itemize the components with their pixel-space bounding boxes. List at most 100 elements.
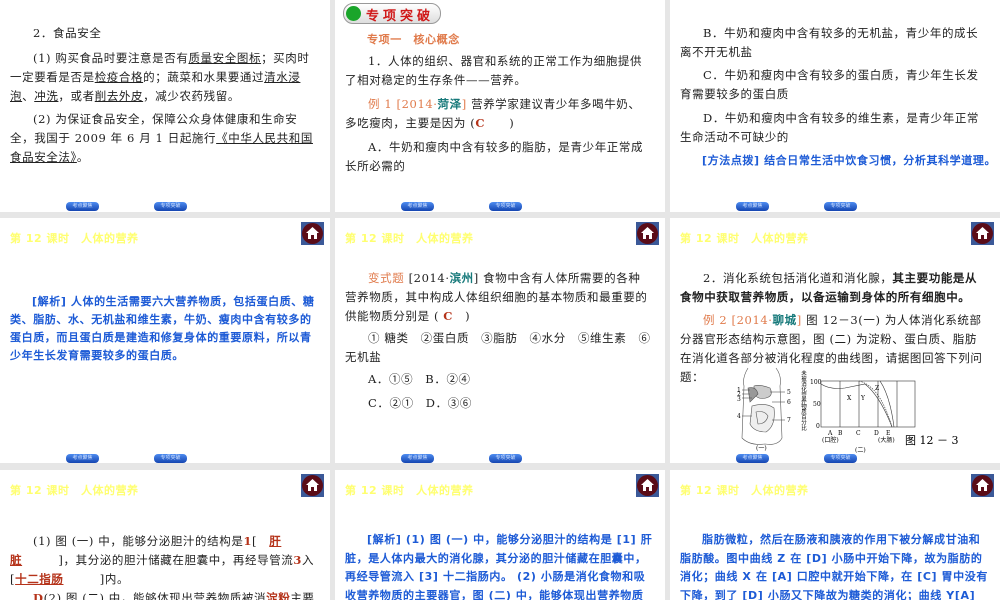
text-segment: ) (453, 309, 471, 323)
text-segment: 滨州 (449, 271, 474, 285)
text-segment: ，或者 (58, 89, 95, 103)
option-a: A．牛奶和瘦肉中含有较多的脂肪，是青少年正常成长所必需的 (345, 140, 644, 173)
concept-paragraph: 1．人体的组织、器官和系统的正常工作为细胞提供了相对稳定的生存条件——营养。 (345, 54, 643, 87)
home-icon (976, 479, 989, 491)
lesson-header: 第 12 课时 人体的营养 (680, 232, 809, 245)
home-button[interactable] (301, 474, 324, 497)
option-c: C．牛奶和瘦肉中含有较多的蛋白质，青少年生长发育需要较多的蛋白质 (680, 68, 979, 101)
underlined-answer: 检疫合格 (94, 70, 144, 84)
option-d: D．牛奶和瘦肉中含有较多的维生素，是青少年正常生命活动不可缺少的 (680, 111, 980, 144)
text-segment: 聊城 (772, 313, 797, 327)
fig1-label: 5 (787, 389, 791, 396)
text-segment: 3 (293, 553, 303, 567)
text-segment: 2．消化系统包括消化道和消化腺， (703, 271, 893, 285)
fig2-xlabel: A (827, 430, 833, 437)
home-button[interactable] (971, 222, 994, 245)
text-segment: [2014· (404, 271, 450, 285)
next-nav-button[interactable]: 专项突破 (154, 202, 187, 211)
home-icon (306, 227, 319, 239)
example-question: 例 1 [2014·菏泽] 营养学家建议青少年多喝牛奶、多吃瘦肉，主要是因为 (… (345, 95, 651, 133)
prev-nav-button[interactable]: 考点聚焦 (736, 454, 769, 463)
text-segment: D (33, 591, 44, 600)
question-2: D(2) 图 (二) 中，能够体现出营养物质被消淀粉主要部位是 (10, 589, 316, 600)
next-nav-button[interactable]: 专项突破 (489, 454, 522, 463)
curve-label-z: Z (875, 385, 879, 392)
text-segment: 变式题 (368, 271, 405, 285)
prev-nav-button[interactable]: 考点聚焦 (401, 202, 434, 211)
text-segment: (1) 购买食品时要注意是否有 (33, 51, 189, 65)
slide-food-safety: 2．食品安全 (1) 购买食品时要注意是否有质量安全图标；买肉时一定要看是否是检… (0, 0, 330, 212)
analysis-text: [解析] (1) 图 (一) 中，能够分泌胆汁的结构是 [1] 肝脏，是人体内最… (345, 533, 653, 600)
method-tip: [方法点拨] 结合日常生活中饮食习惯，分析其科学道理。 (702, 154, 997, 167)
lesson-header: 第 12 课时 人体的营养 (10, 484, 139, 497)
next-nav-button[interactable]: 专项突破 (824, 202, 857, 211)
fig2-ytick: 50 (813, 401, 821, 408)
home-icon (641, 227, 654, 239)
text-segment: [ (252, 534, 270, 548)
special-topic-badge: 专项突破 (343, 3, 441, 24)
lesson-header: 第 12 课时 人体的营养 (345, 232, 474, 245)
home-button[interactable] (636, 474, 659, 497)
next-nav-button[interactable]: 专项突破 (154, 454, 187, 463)
fig2-chart (820, 380, 916, 428)
text-segment: ，减少农药残留。 (143, 89, 240, 103)
text-segment: 、 (22, 89, 35, 103)
underlined-answer: 十二指肠 (15, 572, 64, 586)
paragraph-2: (2) 为保证食品安全，保障公众身体健康和生命安全，我国于 2009 年 6 月… (10, 110, 316, 167)
lesson-header: 第 12 课时 人体的营养 (10, 232, 139, 245)
prev-nav-button[interactable]: 考点聚焦 (66, 202, 99, 211)
home-button[interactable] (301, 222, 324, 245)
curve-x (820, 383, 893, 428)
paragraph-1: (1) 购买食品时要注意是否有质量安全图标；买肉时一定要看是否是检疫合格的；蔬菜… (10, 49, 316, 106)
fig2-ylabel: 未被消化营养物质百分比 (800, 369, 807, 432)
fig1-label: 6 (787, 399, 791, 406)
text-segment: (2) 图 (二) 中，能够体现出营养物质被消 (43, 591, 267, 600)
text-segment: ]内。 (63, 572, 130, 586)
slide-analysis-3: 第 12 课时 人体的营养 脂肪微粒，然后在肠液和胰液的作用下被分解成甘油和脂肪… (670, 470, 1000, 600)
text-segment: ) (485, 116, 515, 130)
next-nav-button[interactable]: 专项突破 (489, 202, 522, 211)
curve-label-y: Y (860, 395, 866, 402)
section-title: 2．食品安全 (33, 26, 102, 40)
prev-nav-button[interactable]: 考点聚焦 (401, 454, 434, 463)
home-button[interactable] (971, 474, 994, 497)
fig2-xlabel: E (886, 430, 890, 437)
slide-analysis-2: 第 12 课时 人体的营养 [解析] (1) 图 (一) 中，能够分泌胆汁的结构… (335, 470, 665, 600)
text-segment: 例 1 [2014· (368, 97, 438, 111)
slide-options: B．牛奶和瘦肉中含有较多的无机盐，青少年的成长离不开无机盐 C．牛奶和瘦肉中含有… (670, 0, 1000, 212)
text-segment: 菏泽 (437, 97, 462, 111)
fig2-xlabel: C (856, 430, 861, 437)
variant-question: 变式题 [2014·滨州] 食物中含有人体所需要的各种营养物质，其中构成人体组织… (345, 269, 651, 326)
slide-question-1: 第 12 课时 人体的营养 (1) 图 (一) 中，能够分泌胆汁的结构是1[ 肝… (0, 470, 330, 600)
fig1-label: 4 (737, 413, 741, 420)
fig2-ytick: 0 (816, 423, 820, 430)
underlined-answer: 削去外皮 (94, 89, 144, 103)
prev-nav-button[interactable]: 考点聚焦 (66, 454, 99, 463)
home-button[interactable] (636, 222, 659, 245)
digestive-system-diagram (741, 367, 785, 445)
fig2-caption: (二) (855, 447, 866, 454)
fig1-label: 7 (787, 417, 791, 424)
section-heading: 专项一 核心概念 (367, 33, 460, 46)
text-segment: (1) 图 (一) 中，能够分泌胆汁的结构是 (33, 534, 244, 548)
question-1: (1) 图 (一) 中，能够分泌胆汁的结构是1[ 肝脏 ]，其分泌的胆汁储藏在胆… (10, 532, 316, 589)
green-dot-icon (346, 6, 361, 21)
slide-variant-question: 第 12 课时 人体的营养 变式题 [2014·滨州] 食物中含有人体所需要的各… (335, 218, 665, 463)
fig2-xnote: (口腔) (822, 436, 839, 444)
lesson-header: 第 12 课时 人体的营养 (345, 484, 474, 497)
fig1-label: 3 (737, 396, 741, 403)
prev-nav-button[interactable]: 考点聚焦 (736, 202, 769, 211)
fig2-xlabel: B (838, 430, 843, 437)
text-segment: C (475, 116, 486, 130)
lesson-header: 第 12 课时 人体的营养 (680, 484, 809, 497)
digestive-paragraph: 2．消化系统包括消化道和消化腺，其主要功能是从食物中获取营养物质，以备运输到身体… (680, 269, 986, 307)
text-segment: ]，其分泌的胆汁储藏在胆囊中，再经导管流 (22, 553, 294, 567)
slide-core-concept: 专项突破 专项一 核心概念 1．人体的组织、器官和系统的正常工作为细胞提供了相对… (335, 0, 665, 212)
curve-z (879, 380, 895, 428)
text-segment: 的；蔬菜和水果要通过 (143, 70, 265, 84)
analysis-text: 脂肪微粒，然后在肠液和胰液的作用下被分解成甘油和脂肪酸。图中曲线 Z 在 [D]… (680, 533, 988, 600)
slide-analysis-1: 第 12 课时 人体的营养 [解析] 人体的生活需要六大营养物质，包括蛋白质、糖… (0, 218, 330, 463)
fig2-ytick: 100 (810, 379, 822, 386)
next-nav-button[interactable]: 专项突破 (824, 454, 857, 463)
options-ab: A．①⑤ B．②④ (368, 372, 471, 386)
